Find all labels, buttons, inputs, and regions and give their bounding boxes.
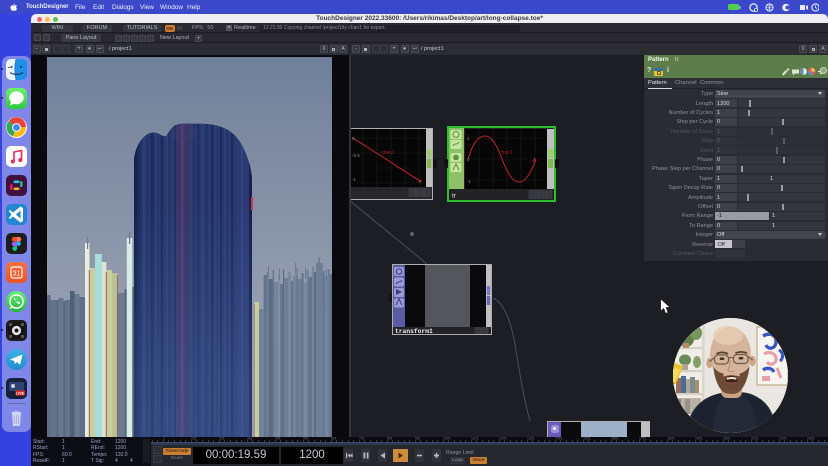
svg-text:chan1: chan1 xyxy=(499,150,513,156)
svg-text:31: 31 xyxy=(13,271,21,278)
svg-text:chan1: chan1 xyxy=(381,150,395,156)
svg-text:transform1: transform1 xyxy=(395,328,433,334)
svg-text:-1: -1 xyxy=(352,177,356,182)
svg-text:-1: -1 xyxy=(467,179,471,184)
svg-text:-0.5: -0.5 xyxy=(352,153,360,158)
svg-text:LIVE: LIVE xyxy=(16,392,25,396)
